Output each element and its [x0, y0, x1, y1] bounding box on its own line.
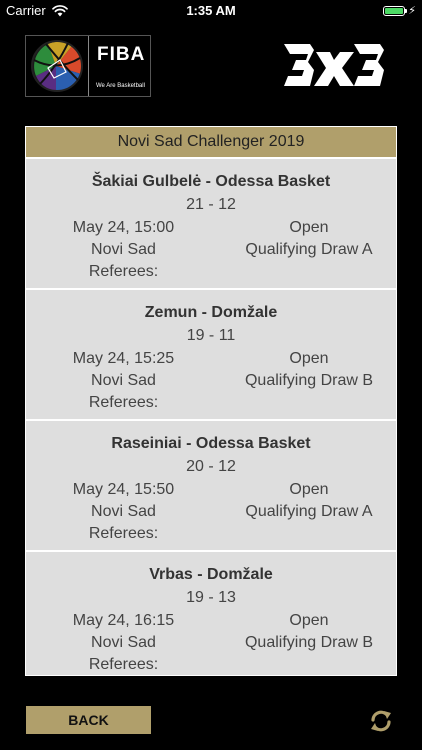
match-stage: Qualifying Draw A	[245, 241, 373, 258]
fiba-word: FIBA	[97, 44, 146, 65]
match-stage: Qualifying Draw B	[244, 634, 374, 651]
battery-icon	[383, 5, 408, 16]
match-score: 19 - 13	[186, 589, 236, 606]
match-datetime: May 24, 15:25	[72, 350, 175, 367]
match-teams: Raseiniai - Odessa Basket	[111, 435, 311, 452]
match-teams: Šakiai Gulbelė - Odessa Basket	[91, 173, 331, 190]
match-referees-label: Referees:	[88, 263, 159, 280]
match-referees-label: Referees:	[88, 394, 159, 411]
match-score: 21 - 12	[186, 196, 236, 213]
fiba-slogan: We Are Basketball	[96, 83, 145, 89]
match-referees-label: Referees:	[88, 525, 159, 542]
match-score: 19 - 11	[186, 327, 236, 344]
match-stage: Qualifying Draw A	[245, 503, 373, 520]
match-card[interactable]: Vrbas - Domžale 19 - 13 May 24, 16:15 Op…	[26, 552, 396, 675]
fiba-wordmark: FIBA We Are Basketball	[88, 36, 150, 96]
match-category: Open	[289, 612, 329, 629]
matches-panel[interactable]: Novi Sad Challenger 2019 Šakiai Gulbelė …	[25, 126, 397, 676]
match-category: Open	[289, 350, 329, 367]
match-card[interactable]: Šakiai Gulbelė - Odessa Basket 21 - 12 M…	[26, 159, 396, 288]
match-venue: Novi Sad	[91, 372, 156, 389]
match-category: Open	[289, 219, 329, 236]
fiba-logo: FIBA We Are Basketball	[25, 35, 151, 97]
basketball-globe-icon	[26, 36, 88, 96]
match-venue: Novi Sad	[91, 241, 156, 258]
match-card[interactable]: Raseiniai - Odessa Basket 20 - 12 May 24…	[26, 421, 396, 550]
match-stage: Qualifying Draw B	[244, 372, 374, 389]
match-category: Open	[289, 481, 329, 498]
tournament-title: Novi Sad Challenger 2019	[26, 127, 396, 159]
match-datetime: May 24, 16:15	[72, 612, 175, 629]
back-button[interactable]: BACK	[26, 706, 151, 734]
match-teams: Vrbas - Domžale	[149, 566, 273, 583]
match-datetime: May 24, 15:50	[72, 481, 175, 498]
refresh-icon[interactable]	[368, 708, 394, 734]
match-card[interactable]: Zemun - Domžale 19 - 11 May 24, 15:25 Op…	[26, 290, 396, 419]
match-datetime: May 24, 15:00	[72, 219, 175, 236]
match-teams: Zemun - Domžale	[144, 304, 278, 321]
charging-icon: ⚡	[408, 5, 416, 17]
status-bar: Carrier 1:35 AM ⚡	[0, 0, 422, 22]
match-venue: Novi Sad	[91, 503, 156, 520]
match-score: 20 - 12	[186, 458, 236, 475]
app-header: FIBA We Are Basketball	[0, 24, 422, 110]
status-right: ⚡	[383, 4, 416, 17]
match-venue: Novi Sad	[91, 634, 156, 651]
3x3-logo	[284, 44, 384, 86]
status-time: 1:35 AM	[186, 3, 236, 18]
match-referees-label: Referees:	[88, 656, 159, 673]
